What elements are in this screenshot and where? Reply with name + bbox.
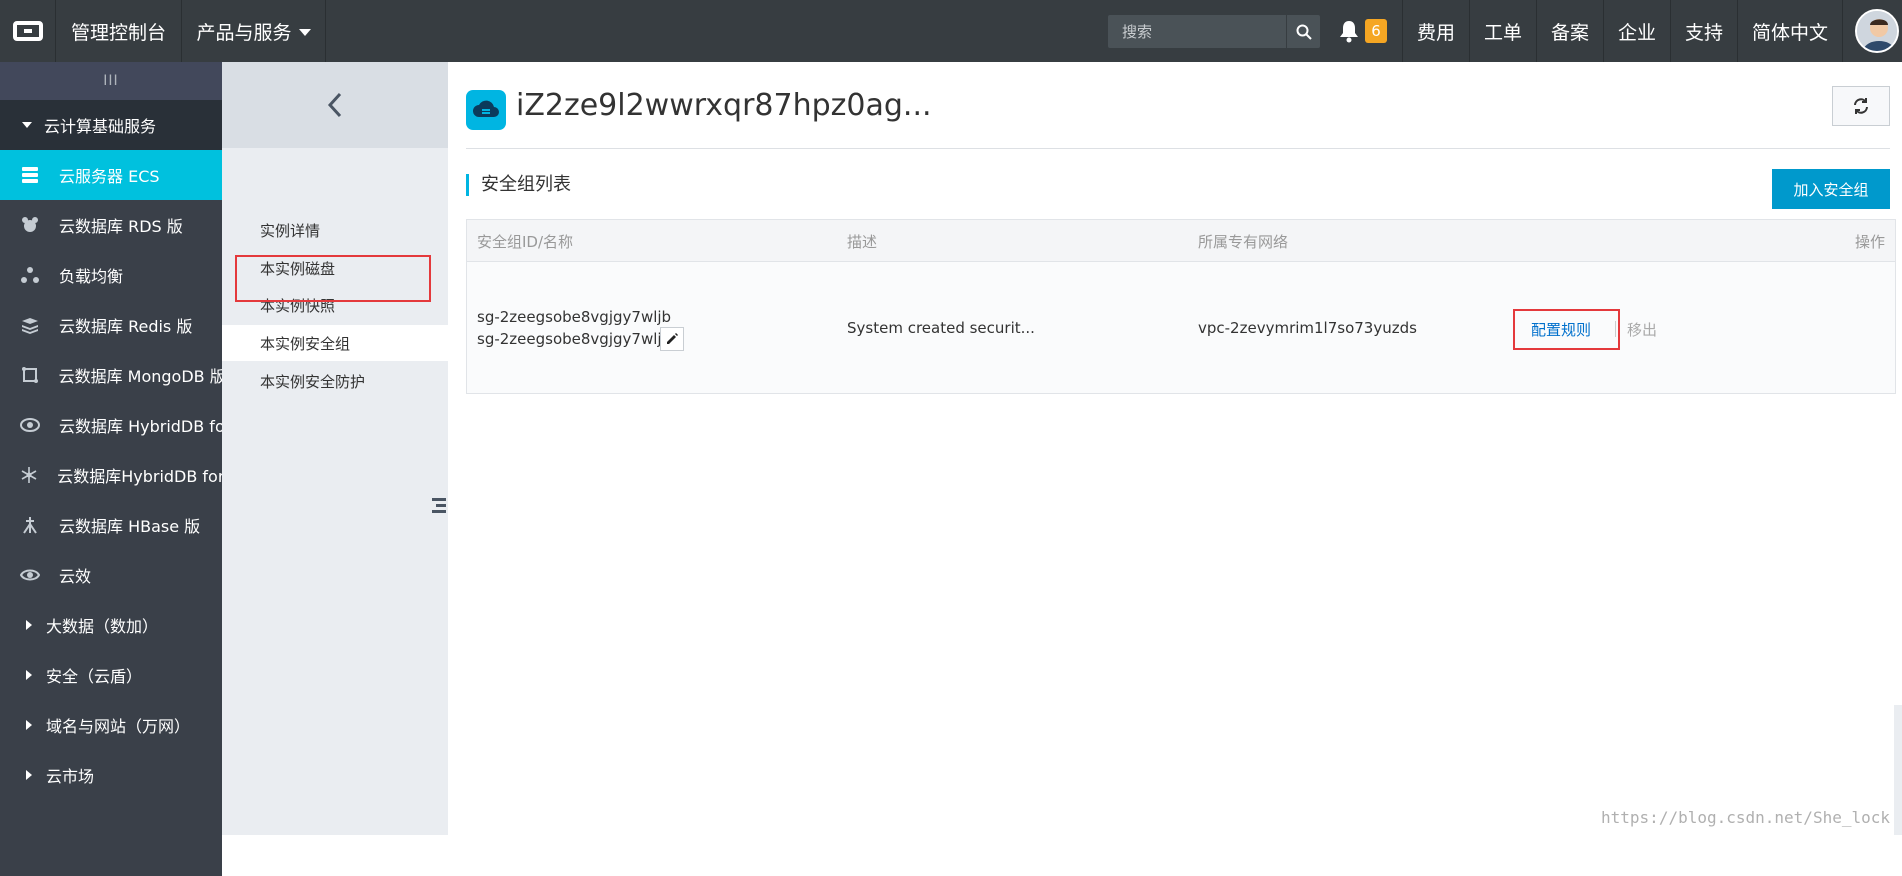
main-content: iZ2ze9l2wwrxqr87hpz0ag... 安全组列表 加入安全组 安全… <box>448 62 1902 835</box>
topbar-link-fees[interactable]: 费用 <box>1403 0 1469 62</box>
search-box <box>1108 15 1320 48</box>
add-security-group-button[interactable]: 加入安全组 <box>1772 169 1890 209</box>
topbar-link-enterprise[interactable]: 企业 <box>1604 0 1670 62</box>
back-button[interactable] <box>222 62 448 148</box>
topbar-link-support[interactable]: 支持 <box>1671 0 1737 62</box>
topbar-separator <box>1842 0 1843 62</box>
user-avatar[interactable] <box>1855 9 1899 53</box>
right-edge-panel <box>1894 705 1902 835</box>
column-header-actions: 操作 <box>1854 232 1885 251</box>
security-group-table: 安全组ID/名称 描述 所属专有网络 操作 sg-2zeegsobe8vgjgy… <box>466 219 1896 394</box>
mongodb-icon <box>20 365 40 385</box>
subnav-item-details[interactable]: 实例详情 <box>222 212 448 248</box>
sidebar-section-domain[interactable]: 域名与网站（万网） <box>0 700 222 750</box>
notification-count-badge[interactable]: 6 <box>1365 19 1387 43</box>
sidebar-item-label: 负载均衡 <box>59 267 124 286</box>
security-group-description: System created securit... <box>847 319 1035 337</box>
refresh-button[interactable] <box>1832 86 1890 126</box>
sidebar-item-hbase[interactable]: 云数据库 HBase 版 <box>0 500 222 550</box>
subnav-item-security-protection[interactable]: 本实例安全防护 <box>222 363 448 399</box>
sidebar-item-yunxiao[interactable]: 云效 <box>0 550 222 600</box>
chevron-left-icon <box>327 92 342 118</box>
hybriddb-icon <box>20 415 40 435</box>
search-icon[interactable] <box>1286 15 1320 48</box>
column-header-description: 描述 <box>847 232 878 251</box>
sidebar-section-label: 大数据（数加） <box>46 617 159 636</box>
sidebar-collapse-handle[interactable]: III <box>0 62 222 100</box>
left-sidebar: III 云计算基础服务 云服务器 ECS 云数据库 RDS 版 负载均衡 云数据… <box>0 62 222 876</box>
remove-link[interactable]: 移出 <box>1627 319 1657 340</box>
sidebar-item-label: 云数据库 Redis 版 <box>59 317 193 336</box>
ecs-instance-icon <box>466 90 506 130</box>
security-group-id: sg-2zeegsobe8vgjgy7wljb <box>477 308 672 326</box>
sidebar-item-hybriddb[interactable]: 云数据库 HybridDB fo... <box>0 400 222 450</box>
caret-right-icon <box>26 720 32 730</box>
sidebar-item-mongodb[interactable]: 云数据库 MongoDB 版 <box>0 350 222 400</box>
caret-right-icon <box>26 620 32 630</box>
sidebar-item-rds[interactable]: 云数据库 RDS 版 <box>0 200 222 250</box>
bell-icon[interactable] <box>1338 19 1360 43</box>
sidebar-item-hybriddb-for[interactable]: 云数据库HybridDB for... <box>0 450 222 500</box>
security-group-vpc: vpc-2zevymrim1l7so73yuzds <box>1198 319 1417 337</box>
sidebar-filler <box>0 800 222 876</box>
load-balancer-icon <box>20 265 40 285</box>
sidebar-section-label: 域名与网站（万网） <box>46 717 191 736</box>
caret-right-icon <box>26 770 32 780</box>
hybriddb-star-icon <box>20 465 38 485</box>
column-header-id: 安全组ID/名称 <box>477 232 574 251</box>
section-title: 安全组列表 <box>466 174 571 196</box>
sidebar-item-label: 云数据库 HBase 版 <box>59 517 201 536</box>
sidebar-item-label: 云效 <box>59 567 92 586</box>
subnav-item-security-groups[interactable]: 本实例安全组 <box>222 325 448 361</box>
products-menu-label: 产品与服务 <box>196 21 292 44</box>
redis-icon <box>20 315 40 335</box>
sidebar-item-label: 云数据库HybridDB for... <box>57 467 222 486</box>
products-menu[interactable]: 产品与服务 <box>182 0 325 62</box>
sidebar-item-redis[interactable]: 云数据库 Redis 版 <box>0 300 222 350</box>
caret-right-icon <box>26 670 32 680</box>
topbar-link-tickets[interactable]: 工单 <box>1470 0 1536 62</box>
sidebar-item-label: 云数据库 MongoDB 版 <box>58 367 222 386</box>
rds-icon <box>20 215 40 235</box>
instance-subnav: 实例详情 本实例磁盘 本实例快照 本实例安全组 本实例安全防护 <box>222 62 448 835</box>
page-title: iZ2ze9l2wwrxqr87hpz0ag... <box>516 88 932 123</box>
pencil-icon <box>667 333 678 344</box>
sidebar-section-label: 云计算基础服务 <box>44 117 157 136</box>
sidebar-item-label: 云服务器 ECS <box>59 167 160 186</box>
sidebar-item-slb[interactable]: 负载均衡 <box>0 250 222 300</box>
sidebar-section-cloud-basics[interactable]: 云计算基础服务 <box>0 100 222 150</box>
highlight-box <box>235 255 431 302</box>
top-navigation-bar: 管理控制台 产品与服务 6 费用 工单 备案 企业 支持 简体中文 <box>0 0 1902 62</box>
sidebar-section-label: 安全（云盾） <box>46 667 143 686</box>
chevron-down-icon <box>298 28 311 36</box>
subnav-toggle[interactable] <box>430 476 448 536</box>
server-icon <box>20 165 40 185</box>
edit-name-button[interactable] <box>660 327 684 351</box>
refresh-icon <box>1854 98 1868 114</box>
search-input[interactable] <box>1108 15 1286 48</box>
sidebar-item-label: 云数据库 HybridDB fo... <box>59 417 222 436</box>
console-link[interactable]: 管理控制台 <box>56 0 181 62</box>
security-group-name: sg-2zeegsobe8vgjgy7wlj... <box>477 330 676 348</box>
eye-icon <box>20 565 40 585</box>
caret-down-icon <box>22 122 32 128</box>
sidebar-item-ecs[interactable]: 云服务器 ECS <box>0 150 222 200</box>
title-divider <box>466 148 1890 149</box>
language-selector[interactable]: 简体中文 <box>1738 0 1842 62</box>
topbar-separator <box>325 0 326 62</box>
sidebar-section-market[interactable]: 云市场 <box>0 750 222 800</box>
column-header-vpc: 所属专有网络 <box>1198 232 1289 251</box>
sidebar-section-bigdata[interactable]: 大数据（数加） <box>0 600 222 650</box>
topbar-link-icp[interactable]: 备案 <box>1537 0 1603 62</box>
aliyun-logo-icon[interactable] <box>0 0 55 62</box>
hbase-icon <box>20 515 40 535</box>
table-header: 安全组ID/名称 描述 所属专有网络 操作 <box>467 220 1895 262</box>
list-toggle-icon <box>432 498 446 513</box>
sidebar-item-label: 云数据库 RDS 版 <box>59 217 183 236</box>
watermark: https://blog.csdn.net/She_lock <box>1601 808 1890 827</box>
sidebar-section-security[interactable]: 安全（云盾） <box>0 650 222 700</box>
highlight-box <box>1513 309 1620 350</box>
sidebar-section-label: 云市场 <box>46 767 95 786</box>
